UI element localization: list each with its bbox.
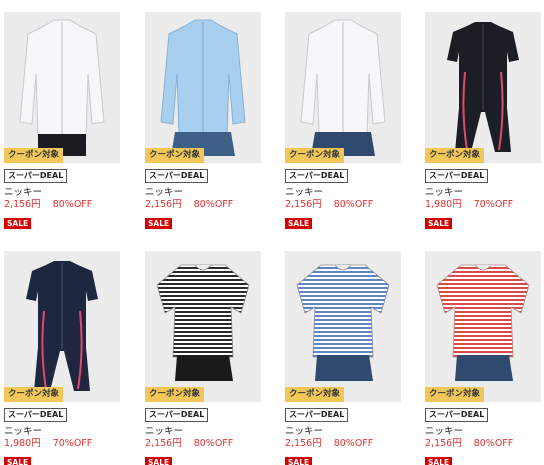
coupon-badge: クーポン対象 — [4, 387, 64, 402]
product-brand[interactable]: ニッキー — [425, 187, 541, 198]
super-deal-badge: スーパーDEAL — [425, 408, 489, 422]
product-brand[interactable]: ニッキー — [285, 187, 401, 198]
product-brand[interactable]: ニッキー — [425, 426, 541, 437]
coupon-badge: クーポン対象 — [285, 148, 345, 163]
sale-badge: SALE — [4, 457, 32, 465]
super-deal-badge: スーパーDEAL — [285, 408, 349, 422]
product-image[interactable]: クーポン対象 — [285, 12, 401, 163]
product-card[interactable]: クーポン対象 スーパーDEAL ニッキー 2,156円 80%OFF SALE — [145, 251, 261, 465]
product-image[interactable]: クーポン対象 — [145, 251, 261, 402]
product-price: 1,980円 — [425, 199, 462, 210]
coupon-badge: クーポン対象 — [4, 148, 64, 163]
sale-badge: SALE — [145, 457, 173, 465]
product-discount: 70%OFF — [52, 438, 93, 449]
product-price: 1,980円 — [4, 438, 41, 449]
product-card[interactable]: クーポン対象 スーパーDEAL ニッキー 1,980円 70%OFF SALE — [425, 12, 541, 230]
product-card[interactable]: クーポン対象 スーパーDEAL ニッキー 2,156円 80%OFF SALE — [285, 12, 401, 230]
super-deal-badge: スーパーDEAL — [145, 408, 209, 422]
sale-badge: SALE — [425, 218, 453, 229]
product-image[interactable]: クーポン対象 — [4, 251, 120, 402]
product-card[interactable]: クーポン対象 スーパーDEAL ニッキー 1,980円 70%OFF SALE — [4, 251, 120, 465]
product-price: 2,156円 — [285, 199, 322, 210]
product-image[interactable]: クーポン対象 — [4, 12, 120, 163]
product-discount: 80%OFF — [333, 438, 374, 449]
product-image[interactable]: クーポン対象 — [425, 12, 541, 163]
coupon-badge: クーポン対象 — [145, 148, 205, 163]
product-price: 2,156円 — [425, 438, 462, 449]
product-card[interactable]: クーポン対象 スーパーDEAL ニッキー 2,156円 80%OFF SALE — [425, 251, 541, 465]
super-deal-badge: スーパーDEAL — [425, 169, 489, 183]
product-card[interactable]: クーポン対象 スーパーDEAL ニッキー 2,156円 80%OFF SALE — [145, 12, 261, 230]
product-discount: 80%OFF — [193, 438, 234, 449]
product-price: 2,156円 — [145, 199, 182, 210]
sale-badge: SALE — [4, 218, 32, 229]
product-discount: 80%OFF — [52, 199, 93, 210]
product-discount: 80%OFF — [473, 438, 514, 449]
product-price: 2,156円 — [145, 438, 182, 449]
product-price: 2,156円 — [285, 438, 322, 449]
coupon-badge: クーポン対象 — [425, 148, 485, 163]
sale-badge: SALE — [285, 218, 313, 229]
product-image[interactable]: クーポン対象 — [425, 251, 541, 402]
sale-badge: SALE — [425, 457, 453, 465]
super-deal-badge: スーパーDEAL — [4, 408, 68, 422]
product-image[interactable]: クーポン対象 — [285, 251, 401, 402]
sale-badge: SALE — [145, 218, 173, 229]
coupon-badge: クーポン対象 — [285, 387, 345, 402]
product-card[interactable]: クーポン対象 スーパーDEAL ニッキー 2,156円 80%OFF SALE — [285, 251, 401, 465]
sale-badge: SALE — [285, 457, 313, 465]
product-brand[interactable]: ニッキー — [285, 426, 401, 437]
product-image[interactable]: クーポン対象 — [145, 12, 261, 163]
coupon-badge: クーポン対象 — [425, 387, 485, 402]
super-deal-badge: スーパーDEAL — [145, 169, 209, 183]
product-brand[interactable]: ニッキー — [145, 187, 261, 198]
product-discount: 80%OFF — [193, 199, 234, 210]
product-discount: 70%OFF — [473, 199, 514, 210]
super-deal-badge: スーパーDEAL — [4, 169, 68, 183]
product-card[interactable]: クーポン対象 スーパーDEAL ニッキー 2,156円 80%OFF SALE — [4, 12, 120, 230]
super-deal-badge: スーパーDEAL — [285, 169, 349, 183]
product-brand[interactable]: ニッキー — [4, 187, 120, 198]
product-brand[interactable]: ニッキー — [145, 426, 261, 437]
coupon-badge: クーポン対象 — [145, 387, 205, 402]
product-brand[interactable]: ニッキー — [4, 426, 120, 437]
product-discount: 80%OFF — [333, 199, 374, 210]
product-price: 2,156円 — [4, 199, 41, 210]
